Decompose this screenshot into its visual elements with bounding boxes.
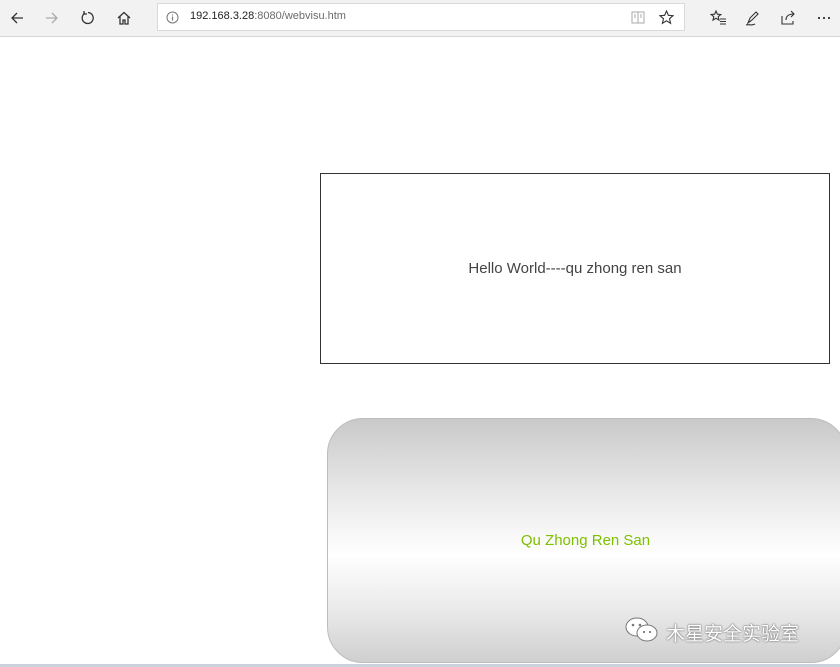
pen-notes-icon[interactable] [739,4,767,32]
gradient-panel-text: Qu Zhong Ren San [520,532,651,549]
more-ellipsis-icon[interactable] [810,4,838,32]
url-path: :8080/webvisu.htm [254,10,346,22]
reading-view-icon[interactable] [631,11,645,29]
back-arrow-icon[interactable] [3,4,31,32]
hello-world-text: Hello World----qu zhong ren san [468,260,682,277]
wechat-icon [624,616,660,649]
browser-toolbar: 192.168.3.28:8080/webvisu.htm [0,0,840,37]
info-icon[interactable] [166,11,179,29]
home-icon[interactable] [110,4,138,32]
watermark: 木星安全实验室 [624,616,799,649]
url-text[interactable]: 192.168.3.28:8080/webvisu.htm [190,10,346,22]
refresh-icon[interactable] [74,4,102,32]
url-host: 192.168.3.28 [190,10,255,22]
forward-arrow-icon[interactable] [38,4,66,32]
watermark-text: 木星安全实验室 [666,624,800,645]
star-icon[interactable] [658,9,675,30]
address-bar[interactable]: 192.168.3.28:8080/webvisu.htm [157,3,685,31]
share-icon[interactable] [774,4,802,32]
hello-world-box: Hello World----qu zhong ren san [320,173,830,364]
favorites-list-icon[interactable] [704,4,732,32]
